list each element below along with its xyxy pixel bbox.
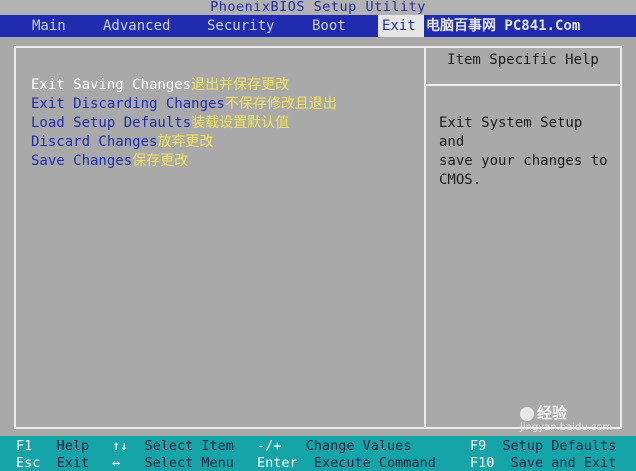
option-label: Discard Changes <box>31 134 158 150</box>
option-annotation: 不保存修改且退出 <box>224 96 337 112</box>
option-label: Exit Saving Changes <box>31 77 192 93</box>
option-label: Save Changes <box>31 153 133 169</box>
baidu-jingyan-logo: 经验 <box>520 402 567 423</box>
help-title: Item Specific Help <box>447 52 599 68</box>
option-annotation: 保存更改 <box>132 153 189 169</box>
bios-title: PhoenixBIOS Setup Utility <box>0 0 636 15</box>
footer-key-execute-command: Enter Execute Command <box>257 455 436 471</box>
baidu-url: jingyan.baidu.com <box>520 422 613 433</box>
option-save-changes[interactable]: Save Changes保存更改 <box>31 152 337 171</box>
help-text: Exit System Setup and save your changes … <box>439 115 608 188</box>
tab-boot[interactable]: Boot <box>308 15 350 37</box>
exit-options-list: Exit Saving Changes退出并保存更改 Exit Discardi… <box>31 76 337 171</box>
option-label: Load Setup Defaults <box>31 115 192 131</box>
paw-icon <box>520 406 534 421</box>
option-annotation: 放弃更改 <box>157 134 214 150</box>
tab-advanced[interactable]: Advanced <box>99 15 174 37</box>
footer-key-exit: Esc Exit <box>16 455 90 471</box>
footer-key-change-values: -/+ Change Values <box>257 438 412 454</box>
menu-bar: Main Advanced Security Boot Exit 电脑百事网 P… <box>0 15 636 37</box>
option-exit-saving-changes[interactable]: Exit Saving Changes退出并保存更改 <box>31 76 337 95</box>
option-label: Exit Discarding Changes <box>31 96 225 112</box>
tab-security[interactable]: Security <box>203 15 278 37</box>
watermark: 电脑百事网 PC841.Com <box>426 18 581 34</box>
footer-key-help: F1 Help <box>16 438 90 454</box>
tab-exit[interactable]: Exit <box>378 15 424 37</box>
option-annotation: 装载设置默认值 <box>191 115 290 131</box>
footer-key-select-item: ↑↓ Select Item <box>112 438 234 454</box>
panel-divider <box>424 46 426 429</box>
footer-key-select-menu: ↔ Select Menu <box>112 455 234 471</box>
option-annotation: 退出并保存更改 <box>191 77 290 93</box>
baidu-label: 经验 <box>537 404 568 422</box>
footer-key-setup-defaults: F9 Setup Defaults <box>470 438 617 454</box>
tab-main[interactable]: Main <box>28 15 70 37</box>
option-load-setup-defaults[interactable]: Load Setup Defaults装载设置默认值 <box>31 114 337 133</box>
help-divider <box>426 84 622 86</box>
footer-keys: F1 Help ↑↓ Select Item -/+ Change Values… <box>0 436 636 471</box>
footer-key-save-and-exit: F10 Save and Exit <box>470 455 617 471</box>
option-discard-changes[interactable]: Discard Changes放弃更改 <box>31 133 337 152</box>
option-exit-discarding-changes[interactable]: Exit Discarding Changes不保存修改且退出 <box>31 95 337 114</box>
